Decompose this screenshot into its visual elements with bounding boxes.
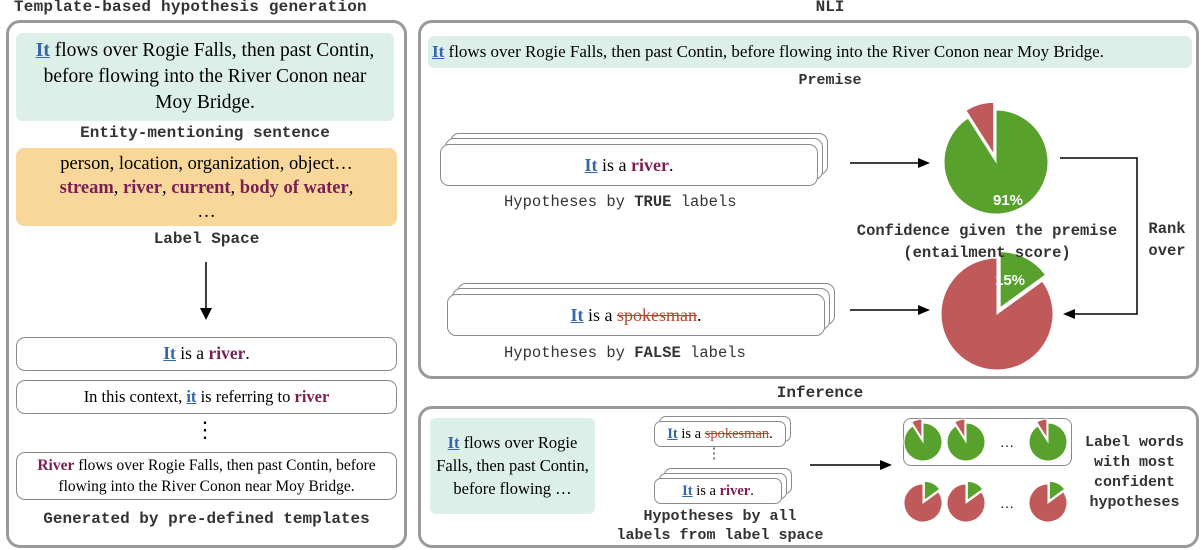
hyp-period: . — [750, 483, 754, 499]
pronoun: It — [682, 483, 693, 499]
result-caption: Label words with most confident hypothes… — [1072, 433, 1197, 513]
caption-key: FALSE — [634, 344, 681, 362]
entity-sentence-box: It flows over Rogie Falls, then past Con… — [16, 33, 394, 121]
hyp-text: is a — [597, 155, 632, 175]
pronoun: It — [584, 155, 598, 175]
label-stream: stream — [59, 178, 114, 198]
hyp-period: . — [668, 155, 674, 175]
premise-text: flows over Rogie Falls, then past Contin… — [436, 433, 589, 498]
template-text: flows over Rogie Falls, then past Contin… — [58, 457, 376, 495]
confident-pie-value-slice — [1028, 422, 1068, 462]
down-arrow — [200, 262, 212, 320]
rank-line2: over — [1148, 242, 1186, 260]
template-text: is referring to — [196, 387, 295, 406]
hyp-text: is a — [583, 305, 617, 325]
hyp-period: . — [769, 426, 773, 442]
left-panel-title: Template-based hypothesis generation — [14, 0, 367, 16]
true-hyp-box: It is a river. — [440, 144, 818, 186]
sentence-text: flows over Rogie Falls, then past Contin… — [43, 40, 375, 113]
result-line1: Label words — [1084, 434, 1185, 451]
nli-title: NLI — [815, 0, 845, 16]
template-box-3: River flows over Rogie Falls, then past … — [16, 452, 397, 500]
inf-false-hyp-box: It is a spokesman. — [654, 421, 786, 447]
pronoun: it — [186, 387, 197, 406]
inf-hyp-caption: Hypotheses by all labels from label spac… — [595, 507, 845, 545]
hyp-label-negative: spokesman — [617, 305, 697, 325]
caption-pre: Hypotheses by — [504, 193, 635, 211]
pie-false-pct: 15% — [995, 272, 1025, 289]
rank-line1: Rank — [1148, 220, 1186, 238]
result-line2: with most — [1093, 454, 1175, 471]
premise-box: It flows over Rogie Falls, then past Con… — [428, 36, 1192, 68]
arrow-false-to-pie — [850, 305, 930, 315]
hyp-period: . — [697, 305, 702, 325]
template-prefix: In this context, — [83, 387, 187, 406]
template-period: . — [245, 343, 250, 363]
inf-true-hyp-box: It is a river. — [654, 478, 782, 504]
label-space-line1: person, location, organization, object… — [60, 154, 353, 174]
confident-pie-value-slice — [903, 422, 943, 462]
label-body-of-water: body of water — [239, 178, 349, 198]
inf-arrow — [810, 460, 892, 470]
template-label: river — [208, 343, 246, 363]
rank-bracket-arrow — [1060, 157, 1138, 319]
caption-key: TRUE — [634, 193, 672, 211]
pie-false: 15% — [940, 251, 1054, 371]
template-label: River — [37, 457, 75, 474]
entity-sentence-caption: Entity-mentioning sentence — [80, 124, 330, 142]
confident-pie — [946, 418, 986, 462]
template-box-1: It is a river. — [16, 337, 397, 371]
inference-pies: … … — [903, 418, 1068, 523]
rank-caption: Rank over — [1137, 218, 1197, 262]
pronoun: It — [447, 433, 460, 452]
hyp-label: river — [719, 483, 751, 499]
template-label: river — [294, 387, 330, 406]
label-space-box: person, location, organization, object… … — [16, 148, 397, 226]
true-hyp-caption: Hypotheses by TRUE labels — [504, 193, 737, 211]
pronoun: It — [432, 42, 445, 61]
inf-hyp-caption-line1: Hypotheses by all — [643, 508, 797, 525]
pronoun: It — [570, 305, 584, 325]
unconfident-pie — [946, 480, 986, 523]
label-current: current — [171, 178, 231, 198]
confident-pie — [1028, 418, 1068, 462]
result-line4: hypotheses — [1089, 494, 1180, 511]
premise-caption: Premise — [798, 72, 862, 89]
hyp-text: is a — [677, 426, 705, 442]
inference-title: Inference — [776, 384, 864, 402]
template-box-2: In this context, it is referring to rive… — [16, 380, 397, 414]
inf-dots-bottom: … — [1000, 497, 1014, 512]
confident-pie-value-slice — [946, 422, 986, 462]
pronoun: It — [35, 40, 50, 61]
pronoun: It — [667, 426, 678, 442]
pie-true-pct: 91% — [993, 192, 1023, 209]
left-panel-caption: Generated by pre-defined templates — [43, 510, 370, 528]
pie-true: 91% — [943, 101, 1049, 215]
label-space-caption: Label Space — [153, 230, 260, 248]
premise-text: flows over Rogie Falls, then past Contin… — [444, 42, 1104, 61]
result-line3: confident — [1093, 474, 1175, 491]
inference-premise-box: It flows over Rogie Falls, then past Con… — [430, 418, 595, 514]
inf-vdots: ⋮ — [706, 446, 722, 462]
unconfident-pie — [1028, 480, 1068, 523]
template-text: is a — [175, 343, 209, 363]
inf-hyp-caption-line2: labels from label space — [616, 527, 824, 544]
caption-pre: Hypotheses by — [504, 344, 635, 362]
confident-pie — [903, 418, 943, 462]
caption-post: labels — [680, 344, 746, 362]
arrow-true-to-pie — [850, 158, 930, 168]
false-hyp-caption: Hypotheses by FALSE labels — [504, 344, 746, 362]
label-river: river — [123, 178, 163, 198]
unconfident-pie — [903, 480, 943, 523]
caption-post: labels — [671, 193, 737, 211]
template-vdots: ⋮ — [194, 417, 216, 442]
hyp-label-negative: spokesman — [704, 426, 770, 442]
label-space-ellipsis: … — [197, 202, 216, 222]
inf-dots-top: … — [1000, 436, 1014, 451]
hyp-label: river — [631, 155, 669, 175]
pronoun: It — [163, 343, 176, 363]
false-hyp-box: It is a spokesman. — [447, 294, 825, 336]
hyp-text: is a — [692, 483, 720, 499]
